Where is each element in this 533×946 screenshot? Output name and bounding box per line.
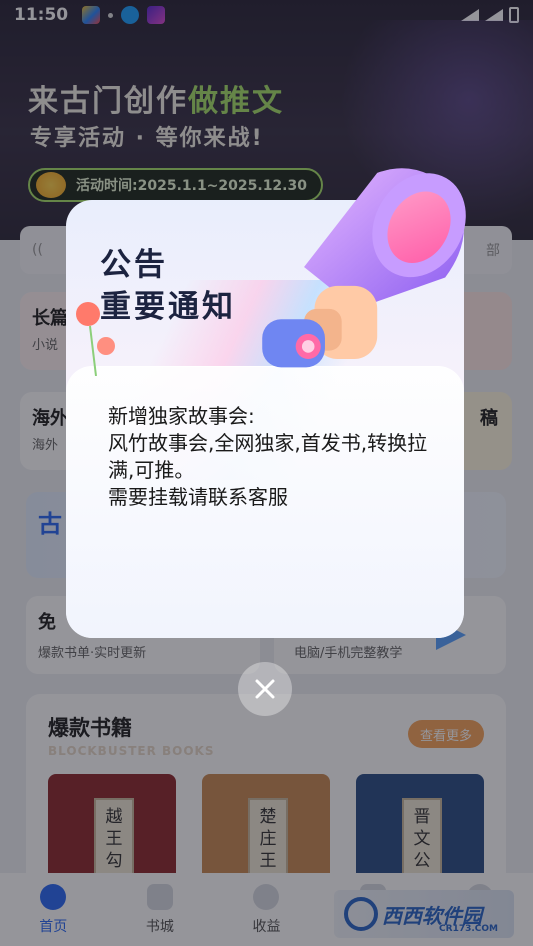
message-line: 需要挂载请联系客服	[108, 485, 288, 509]
flower-icon	[76, 302, 115, 376]
dialog-message: 新增独家故事会: 风竹故事会,全网独家,首发书,转换拉满,可推。 需要挂载请联系…	[108, 403, 428, 511]
megaphone-icon	[262, 168, 466, 368]
dialog-heading: 公告 重要通知	[100, 244, 236, 328]
dialog-heading-line2: 重要通知	[100, 289, 236, 325]
close-button[interactable]	[238, 662, 292, 716]
message-line: 风竹故事会,全网独家,首发书,转换拉满,可推。	[108, 431, 428, 482]
close-icon	[255, 679, 275, 699]
dialog-body: 新增独家故事会: 风竹故事会,全网独家,首发书,转换拉满,可推。 需要挂载请联系…	[66, 366, 464, 638]
message-line: 新增独家故事会:	[108, 404, 255, 428]
dialog-heading-line1: 公告	[100, 247, 168, 283]
